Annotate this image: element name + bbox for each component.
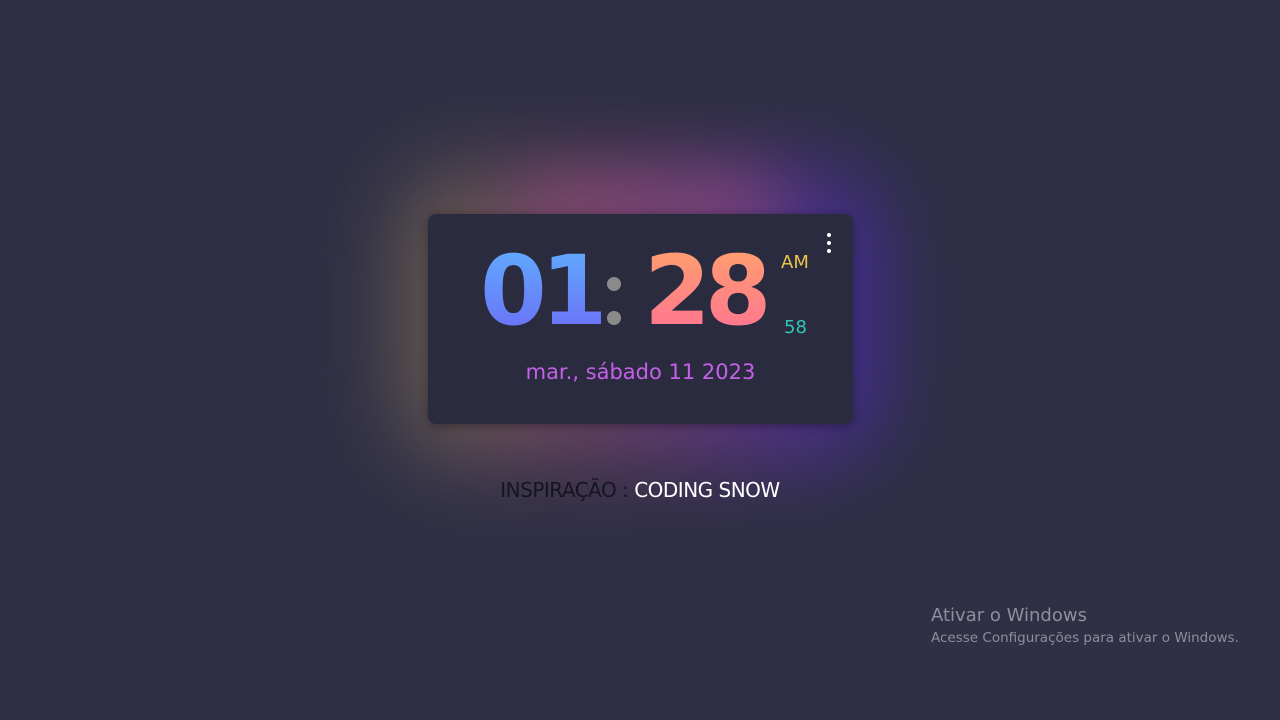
more-vertical-icon[interactable]: [825, 233, 833, 253]
clock-date: mar., sábado 11 2023: [525, 360, 756, 384]
clock-hours: 01: [480, 235, 608, 347]
watermark-subtitle: Acesse Configurações para ativar o Windo…: [931, 630, 1239, 646]
clock-minutes: 28: [644, 235, 772, 347]
clock-colon: [606, 277, 622, 325]
menu-dot: [827, 233, 831, 237]
page-background: 01 28 AM 58 mar., sábado 11 2023 INSPIRA…: [0, 0, 1280, 720]
credit-author: CODING SNOW: [634, 478, 780, 502]
colon-dot: [607, 311, 621, 325]
menu-dot: [827, 249, 831, 253]
clock-seconds: 58: [784, 317, 807, 338]
windows-activation-watermark: Ativar o Windows Acesse Configurações pa…: [931, 604, 1239, 648]
clock-ampm: AM: [781, 252, 809, 273]
credit-label: INSPIRAÇÃO :: [500, 478, 635, 502]
credit-line: INSPIRAÇÃO : CODING SNOW: [0, 478, 1280, 502]
menu-dot: [827, 241, 831, 245]
clock-card: 01 28 AM 58 mar., sábado 11 2023: [428, 214, 853, 424]
colon-dot: [607, 277, 621, 291]
watermark-title: Ativar o Windows: [931, 605, 1087, 626]
